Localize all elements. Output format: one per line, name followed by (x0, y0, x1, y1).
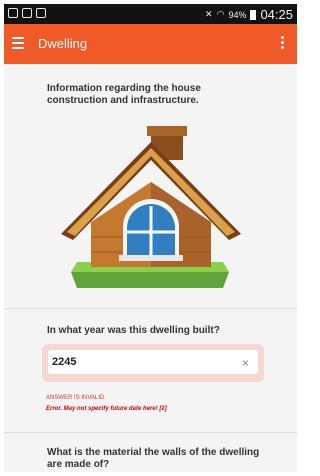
section-divider (4, 432, 297, 433)
notification-icon (22, 8, 32, 18)
year-built-input[interactable] (48, 350, 258, 374)
wifi-icon: ◠ (216, 9, 225, 19)
notification-icon (8, 8, 18, 18)
clock: 04:25 (260, 7, 293, 22)
page-title: Dwelling (38, 36, 88, 51)
battery-icon (250, 9, 257, 20)
notification-icon (36, 8, 46, 18)
clear-icon[interactable]: × (242, 356, 249, 370)
battery-percent: 94% (228, 9, 247, 20)
question-year-built-label: In what year was this dwelling built? (47, 325, 220, 336)
app-bar: Dwelling (4, 24, 297, 64)
status-notification-icons (8, 8, 46, 18)
more-vert-icon[interactable] (281, 36, 285, 51)
section-divider (4, 308, 297, 309)
status-system-icons: ✕ ◠ 94% 04:25 (205, 7, 293, 22)
section-intro-text: Information regarding the house construc… (47, 83, 201, 106)
app-frame: ✕ ◠ 94% 04:25 Dwelling Information regar… (4, 4, 297, 472)
error-message: Error. May not specify future date here!… (46, 406, 167, 412)
hamburger-menu-icon[interactable] (12, 37, 24, 49)
house-illustration (61, 126, 241, 288)
question-walls-material-label: What is the material the walls of the dw… (47, 447, 260, 470)
status-bar: ✕ ◠ 94% 04:25 (4, 4, 297, 24)
year-built-field-container: × (42, 344, 264, 382)
validation-status: ANSWER IS INVALID (46, 395, 105, 401)
mute-icon: ✕ (205, 9, 213, 19)
